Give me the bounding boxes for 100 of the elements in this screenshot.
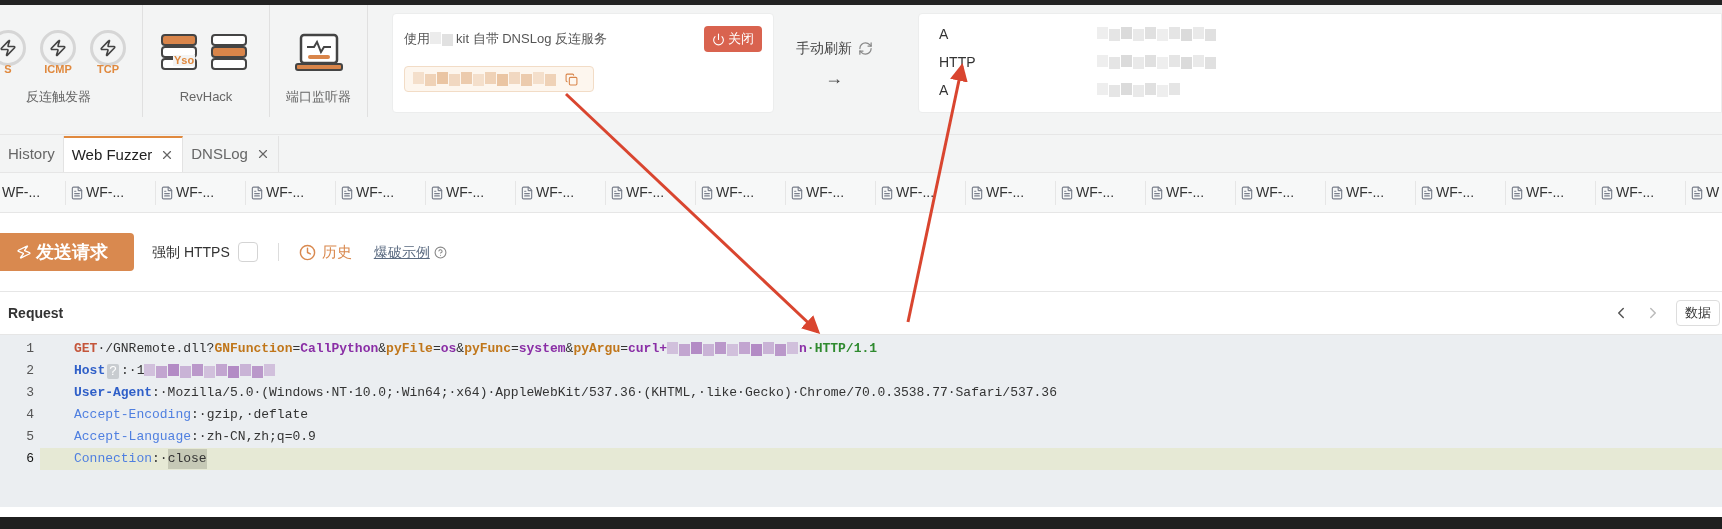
data-button[interactable]: 数据 [1676,300,1720,326]
code-token: = [292,340,301,359]
document-icon [700,185,714,200]
document-icon [520,185,534,200]
lightning-icon[interactable] [40,30,76,66]
code-token: ·/GNRemote.dll? [97,340,215,359]
server-label: Yso [173,55,196,66]
group-label: RevHack [179,88,233,106]
fuzzer-tab[interactable]: WF-... [1596,180,1686,205]
fuzzer-tab[interactable]: WF-... [1236,180,1326,205]
fuzzer-tab[interactable]: WF-... [336,180,426,205]
fuzzer-tab[interactable]: WF-... [1326,180,1416,205]
help-icon [433,245,447,259]
document-icon [610,185,624,200]
code-token: CallPython [300,340,379,359]
document-icon [70,185,84,200]
line-number: 4 [25,406,35,425]
document-icon [790,185,804,200]
document-icon [1240,185,1254,200]
tab[interactable]: DNSLog [183,136,279,172]
fuzzer-tab[interactable]: W [1686,180,1722,205]
document-icon [1420,185,1434,200]
fuzzer-tab[interactable]: WF-... [876,180,966,205]
code-token: :·zh-CN,zh;q=0.9 [191,428,316,447]
code-token: pyArgu [573,340,621,359]
force-https-checkbox[interactable] [237,242,258,262]
group-label: 端口监听器 [286,88,351,106]
document-icon [1600,185,1614,200]
line-number: 1 [25,340,35,359]
code-token: & [456,340,465,359]
document-icon [160,185,174,200]
dnslog-label: 使用 [404,30,430,49]
fuzzer-tab[interactable]: WF-... [1146,180,1236,205]
code-token: = [510,340,519,359]
fuzzer-tab[interactable]: WF-... [66,180,156,205]
clock-icon [298,243,316,261]
blurred-text-icon [144,363,277,379]
code-token: & [378,340,387,359]
code-token: os [440,340,457,359]
fuzzer-tab[interactable]: WF-... [696,180,786,205]
blurred-text-icon [1097,26,1217,42]
group-label: 反连触发器 [25,88,91,106]
refresh-icon[interactable] [857,41,873,56]
lightning-icon[interactable] [90,30,126,66]
close-button[interactable]: 关闭 [704,26,762,52]
document-icon [250,185,264,200]
line-number: 6 [25,450,35,469]
code-token: system [518,340,566,359]
code-token: Connection [74,450,152,469]
copy-icon[interactable] [565,72,578,86]
code-token: GNFunction [214,340,293,359]
server-icon[interactable] [209,32,249,72]
code-token: = [620,340,628,359]
power-icon [712,32,725,46]
fuzzer-tab[interactable]: WF-... [1506,180,1596,205]
code-token: Host [74,362,106,381]
dnslog-label: kit 自带 DNSLog 反连服务 [456,30,607,49]
panel-title: Request [8,303,64,323]
tab[interactable]: Web Fuzzer [63,136,184,172]
domain-field[interactable] [404,66,594,92]
example-link[interactable]: 爆破示例 [373,241,430,263]
fuzzer-tab[interactable]: WF-... [1056,180,1146,205]
trigger-label: ICMP [44,64,72,75]
fuzzer-tab[interactable]: WF-... [606,180,696,205]
code-token: Accept-Language [74,428,192,447]
fuzzer-tab[interactable]: WF-... [516,180,606,205]
code-token: User-Agent [74,384,152,403]
code-token: :·gzip,·deflate [191,406,309,425]
document-icon [880,185,894,200]
fuzzer-tab[interactable]: WF-... [426,180,516,205]
fuzzer-tab[interactable]: WF-... [0,180,66,205]
code-token: curl+ [628,340,668,359]
document-icon [430,185,444,200]
code-token: n [799,340,807,359]
blurred-text-icon [667,341,800,357]
code-token: :·Mozilla/5.0·(Windows·NT·10.0;·Win64;·x64)·AppleWebKit/537.36·(KHTML,·like·Gecko)·Chrome/70.0.3538.77·Safari/537.36 [152,384,1057,403]
blurred-text-icon [1097,54,1217,70]
fuzzer-tab[interactable]: WF-... [966,180,1056,205]
code-token: :· [152,450,168,469]
code-token: GET [74,340,98,359]
code-token: pyFile [386,340,433,359]
tab[interactable]: History [0,136,64,172]
line-number: 3 [25,384,35,403]
line-number: 5 [25,428,35,447]
refresh-label[interactable]: 手动刷新 [795,38,852,59]
document-icon [1690,185,1704,200]
document-icon [970,185,984,200]
fuzzer-tab[interactable]: WF-... [786,180,876,205]
trigger-label: TCP [97,64,119,75]
blurred-text-icon [413,71,557,87]
fuzzer-tab[interactable]: WF-... [246,180,336,205]
blurred-text-icon [430,31,454,47]
fuzzer-tab[interactable]: WF-... [1416,180,1506,205]
record-type: HTTP [939,52,977,72]
record-type: A [939,24,950,44]
document-icon [340,185,354,200]
lightning-icon[interactable] [0,30,26,66]
document-icon [1330,185,1344,200]
code-token: close [167,449,207,469]
fuzzer-tab[interactable]: WF-... [156,180,246,205]
